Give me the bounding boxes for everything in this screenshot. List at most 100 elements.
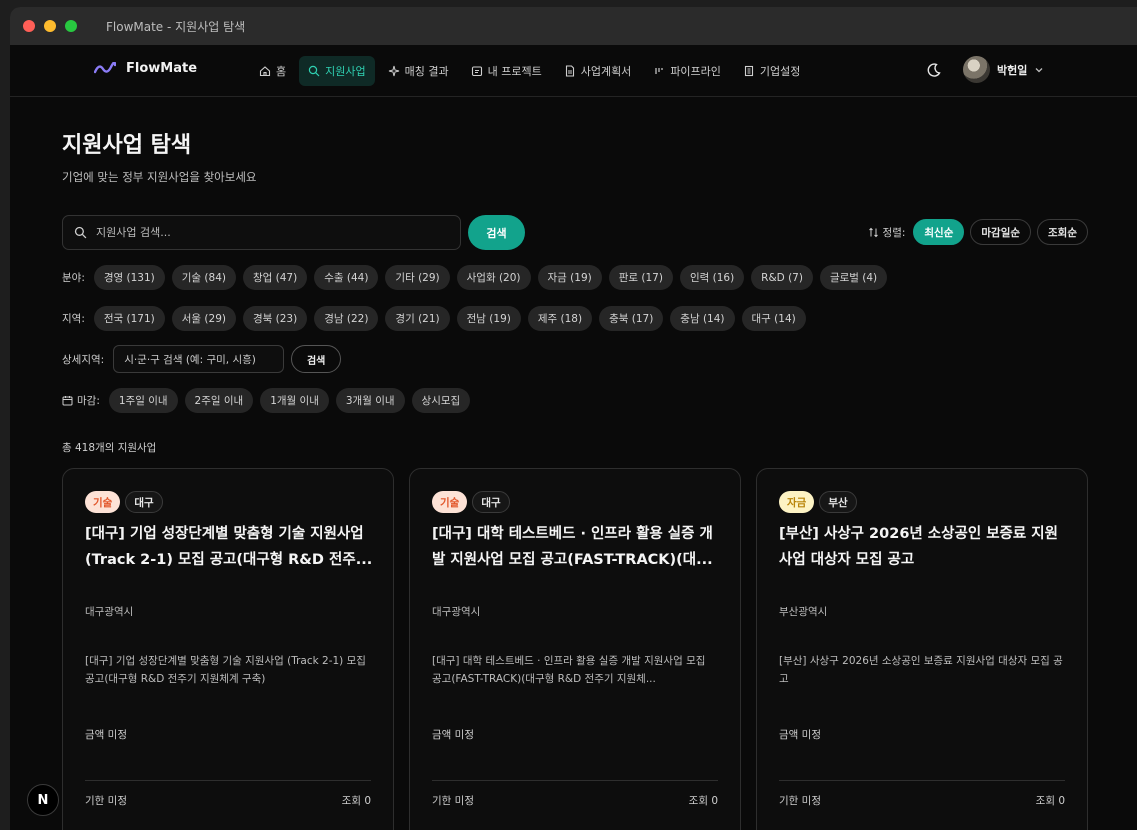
category-tag: 기술 (432, 491, 468, 513)
detail-region-search-button[interactable]: 검색 (291, 345, 342, 373)
category-chip[interactable]: R&D (7) (751, 265, 813, 290)
nav-item-company-settings[interactable]: 기업설정 (734, 56, 809, 86)
top-nav: FlowMate 홈 지원사업 매칭 결과 내 프로젝트 사업계획서 파이프라인… (10, 45, 1137, 97)
home-icon (259, 66, 271, 77)
card-region: 대구광역시 (85, 606, 134, 618)
program-card[interactable]: 기술 대구 [대구] 대학 테스트베드 · 인프라 활용 실증 개발 지원사업 … (409, 468, 741, 830)
search-icon (308, 65, 320, 77)
dev-tools-badge[interactable]: N (27, 784, 59, 816)
nav-item-matching[interactable]: 매칭 결과 (379, 56, 458, 86)
region-chip[interactable]: 전국 (171) (93, 306, 165, 331)
nav-item-label: 사업계획서 (580, 65, 632, 78)
category-filter-row: 분야: 경영 (131) 기술 (84) 창업 (47) 수출 (44) 기타 … (62, 265, 888, 290)
nav-item-business-plan[interactable]: 사업계획서 (555, 56, 641, 86)
card-title[interactable]: [대구] 기업 성장단계별 맞춤형 기술 지원사업 (Track 2-1) 모집… (85, 521, 373, 573)
avatar (963, 56, 990, 83)
category-tag: 기술 (85, 491, 121, 513)
deadline-filter-label: 마감: (77, 395, 100, 407)
card-tags: 자금 부산 (779, 491, 857, 513)
category-chip[interactable]: 수출 (44) (314, 265, 379, 290)
program-card[interactable]: 자금 부산 [부산] 사상구 2026년 소상공인 보증료 지원사업 대상자 모… (756, 468, 1088, 830)
card-amount: 금액 미정 (779, 729, 821, 741)
category-filter-label: 분야: (62, 272, 85, 284)
card-deadline: 기한 미정 (432, 795, 474, 807)
category-chip[interactable]: 판로 (17) (608, 265, 673, 290)
program-card[interactable]: 기술 대구 [대구] 기업 성장단계별 맞춤형 기술 지원사업 (Track 2… (62, 468, 394, 830)
nav-item-pipeline[interactable]: 파이프라인 (644, 56, 730, 86)
detail-region-input[interactable]: 시·군·구 검색 (예: 구미, 시흥) (113, 345, 285, 373)
nav-item-support[interactable]: 지원사업 (299, 56, 375, 86)
nav-item-home[interactable]: 홈 (250, 56, 295, 86)
result-count: 총 418개의 지원사업 (62, 442, 157, 454)
card-amount: 금액 미정 (85, 729, 127, 741)
sort-label: 정렬: (882, 226, 906, 239)
window-title: FlowMate - 지원사업 탐색 (106, 19, 246, 34)
close-window-button[interactable] (23, 20, 35, 32)
brand-name: FlowMate (126, 61, 198, 76)
sort-latest-button[interactable]: 최신순 (913, 219, 965, 245)
deadline-filter-label-group: 마감: (62, 393, 100, 408)
card-region: 대구광역시 (432, 606, 481, 618)
search-button[interactable]: 검색 (468, 215, 525, 250)
minimize-window-button[interactable] (44, 20, 56, 32)
card-title[interactable]: [대구] 대학 테스트베드 · 인프라 활용 실증 개발 지원사업 모집 공고(… (432, 521, 720, 573)
app-window: FlowMate - 지원사업 탐색 FlowMate 홈 지원사업 매칭 결과 (10, 7, 1137, 830)
nav-item-label: 파이프라인 (670, 65, 721, 78)
search-icon (74, 226, 87, 239)
category-chip[interactable]: 사업화 (20) (456, 265, 531, 290)
card-title[interactable]: [부산] 사상구 2026년 소상공인 보증료 지원사업 대상자 모집 공고 (779, 521, 1067, 573)
moon-icon[interactable] (926, 62, 942, 78)
category-chip[interactable]: 기타 (29) (385, 265, 450, 290)
deadline-chip[interactable]: 1개월 이내 (260, 388, 329, 413)
search-box[interactable] (62, 215, 461, 250)
card-tags: 기술 대구 (85, 491, 163, 513)
search-input[interactable] (96, 226, 426, 239)
category-chip[interactable]: 경영 (131) (93, 265, 165, 290)
card-divider (779, 780, 1065, 781)
sort-controls: 정렬: 최신순 마감일순 조회순 (868, 219, 1088, 245)
region-filter-row: 지역: 전국 (171) 서울 (29) 경북 (23) 경남 (22) 경기 … (62, 306, 806, 331)
card-divider (85, 780, 371, 781)
pipeline-icon (655, 68, 663, 74)
deadline-chip[interactable]: 상시모집 (411, 388, 471, 413)
region-chip[interactable]: 대구 (14) (741, 306, 806, 331)
card-region: 부산광역시 (779, 606, 828, 618)
deadline-chip[interactable]: 1주일 이내 (108, 388, 178, 413)
category-chip[interactable]: 창업 (47) (242, 265, 308, 290)
sort-views-button[interactable]: 조회순 (1037, 219, 1088, 245)
sort-label-group: 정렬: (868, 225, 906, 240)
maximize-window-button[interactable] (65, 20, 77, 32)
card-description: [대구] 기업 성장단계별 맞춤형 기술 지원사업 (Track 2-1) 모집… (85, 655, 366, 685)
deadline-filter-row: 마감: 1주일 이내 2주일 이내 1개월 이내 3개월 이내 상시모집 (62, 388, 471, 413)
category-chip[interactable]: 기술 (84) (171, 265, 236, 290)
category-tag: 자금 (779, 491, 815, 513)
region-filter-label: 지역: (62, 313, 85, 325)
deadline-chip[interactable]: 2주일 이내 (184, 388, 254, 413)
nav-item-label: 홈 (276, 65, 287, 78)
region-chip[interactable]: 경기 (21) (385, 306, 450, 331)
card-views: 조회 0 (1035, 795, 1065, 807)
region-chip[interactable]: 전남 (19) (456, 306, 521, 331)
page-title: 지원사업 탐색 (62, 133, 192, 158)
card-description: [부산] 사상구 2026년 소상공인 보증료 지원사업 대상자 모집 공고 (779, 655, 1063, 685)
page-subtitle: 기업에 맞는 정부 지원사업을 찾아보세요 (62, 170, 257, 184)
sort-deadline-button[interactable]: 마감일순 (970, 219, 1032, 245)
deadline-chip[interactable]: 3개월 이내 (335, 388, 405, 413)
category-chip[interactable]: 인력 (16) (679, 265, 745, 290)
document-icon (565, 65, 574, 77)
nav-item-projects[interactable]: 내 프로젝트 (462, 56, 551, 86)
region-chip[interactable]: 충남 (14) (670, 306, 735, 331)
region-chip[interactable]: 충북 (17) (599, 306, 664, 331)
sparkle-icon (388, 65, 399, 77)
region-chip[interactable]: 경남 (22) (314, 306, 379, 331)
category-chip[interactable]: 글로벌 (4) (819, 265, 888, 290)
user-menu[interactable]: 박헌일 (963, 56, 1044, 83)
region-chip[interactable]: 경북 (23) (242, 306, 308, 331)
region-chip[interactable]: 제주 (18) (527, 306, 593, 331)
brand-logo[interactable]: FlowMate (94, 61, 197, 76)
nav-item-label: 매칭 결과 (404, 65, 449, 78)
chevron-down-icon (1035, 67, 1043, 72)
region-chip[interactable]: 서울 (29) (171, 306, 236, 331)
category-chip[interactable]: 자금 (19) (537, 265, 602, 290)
building-icon (744, 65, 753, 77)
